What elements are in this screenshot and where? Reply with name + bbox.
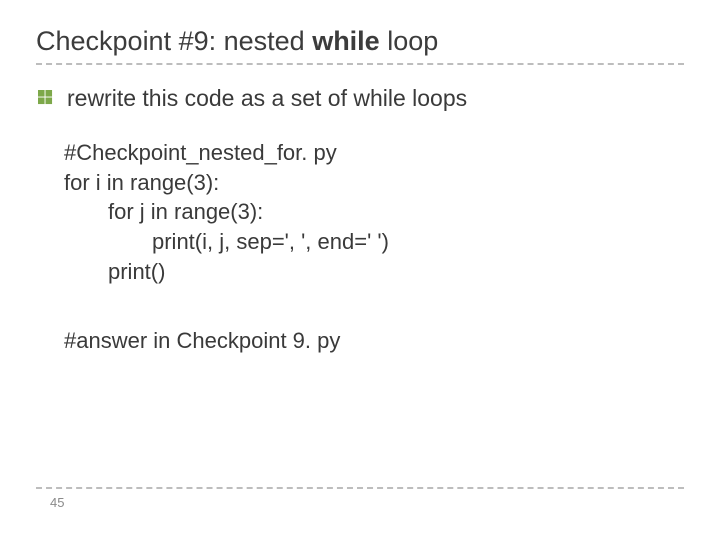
page-number: 45 — [36, 495, 684, 510]
code-line-3: for j in range(3): — [64, 197, 684, 227]
code-line-4: print(i, j, sep=', ', end=' ') — [64, 227, 684, 257]
title-bold: while — [312, 26, 380, 56]
code-block: #Checkpoint_nested_for. py for i in rang… — [36, 138, 684, 286]
slide-title: Checkpoint #9: nested while loop — [36, 26, 684, 65]
slide: Checkpoint #9: nested while loop rewrite… — [0, 0, 720, 540]
bullet-text: rewrite this code as a set of while loop… — [67, 85, 467, 112]
bullet-item: rewrite this code as a set of while loop… — [36, 85, 684, 112]
title-post: loop — [380, 26, 439, 56]
title-pre: Checkpoint #9: nested — [36, 26, 312, 56]
answer-note: #answer in Checkpoint 9. py — [36, 328, 684, 354]
code-line-5: print() — [64, 257, 684, 287]
bullet-icon — [38, 90, 53, 105]
code-line-1: #Checkpoint_nested_for. py — [64, 138, 684, 168]
code-line-2: for i in range(3): — [64, 168, 684, 198]
footer: 45 — [36, 487, 684, 510]
